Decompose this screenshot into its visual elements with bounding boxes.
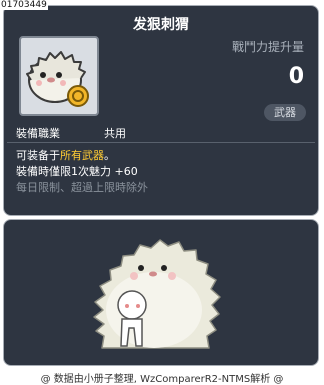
category-badge: 武器 <box>264 104 306 121</box>
hedgehog-coin-icon <box>26 51 89 107</box>
equip-limit-label: 裝備時僅限1次魅力 <box>16 165 111 178</box>
equip-limit: 裝備時僅限1次魅力 +60 <box>16 163 138 179</box>
item-tooltip: 发狠刺猬 戰鬥力提升量 0 武器 裝備職業 共用 可装备于所有武器。 裝備時僅限… <box>3 5 319 216</box>
power-increase-label: 戰鬥力提升量 <box>231 40 304 54</box>
desc-prefix: 可装备于 <box>16 149 60 162</box>
footer-credit: @ 数据由小册子整理, WzComparerR2-NTMS解析 @ <box>40 374 284 385</box>
limit-note: 每日限制、超過上限時除外 <box>16 181 148 194</box>
item-name: 发狠刺猬 <box>133 17 189 33</box>
equip-limit-value: +60 <box>114 165 138 178</box>
preview-panel <box>3 219 319 366</box>
divider <box>7 142 315 143</box>
equip-description: 可装备于所有武器。 <box>16 147 115 163</box>
desc-suffix: 。 <box>104 149 115 162</box>
desc-highlight: 所有武器 <box>60 149 104 162</box>
power-increase-value: 0 <box>288 64 304 89</box>
item-id: 01703449 <box>0 0 48 10</box>
job-value: 共用 <box>104 127 126 140</box>
hedgehog-preview-image <box>93 239 221 349</box>
job-label: 裝備職業 <box>16 127 60 140</box>
item-icon-frame <box>19 36 99 116</box>
